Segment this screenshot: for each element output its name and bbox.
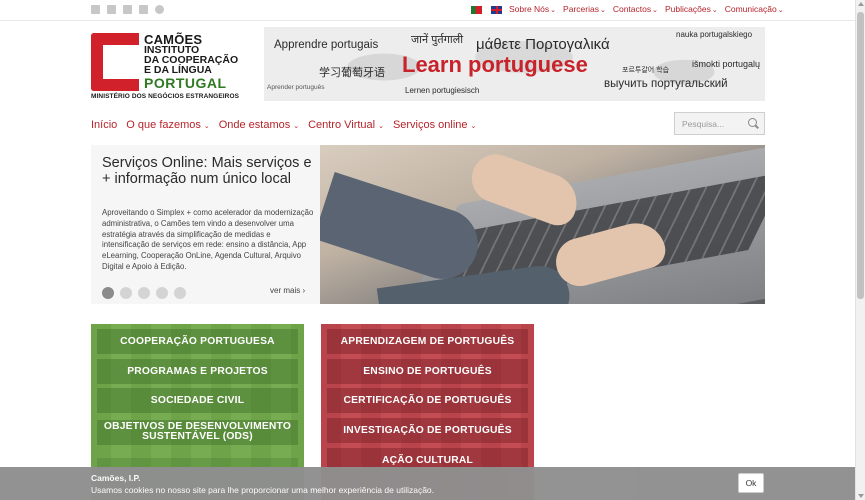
logo-line-portugal: PORTUGAL — [144, 75, 227, 91]
topnav-item-parcerias[interactable]: Parcerias⌄ — [563, 4, 606, 14]
nav-item-servicos-online[interactable]: Serviços online ⌄ — [393, 119, 476, 131]
portugal-flag-icon[interactable] — [471, 6, 482, 14]
banner-word: выучить португальский — [604, 78, 728, 90]
scrollbar-thumb[interactable] — [857, 12, 864, 299]
cookie-banner: Camões, I.P. Usamos cookies no nosso sit… — [0, 467, 855, 500]
page: Sobre Nós⌄ Parcerias⌄ Contactos⌄ Publica… — [0, 0, 865, 500]
carousel-dot[interactable] — [156, 287, 168, 299]
carousel-dot[interactable] — [102, 287, 114, 299]
search-box — [674, 112, 765, 135]
banner-word: nauka portugalskiego — [676, 30, 753, 39]
chevron-down-icon: ⌄ — [652, 7, 658, 14]
laptop-typing-photo[interactable] — [320, 145, 765, 304]
banner-word: Lernen portugiesisch — [405, 86, 480, 95]
panel-link[interactable]: APRENDIZAGEM DE PORTUGUÊS — [327, 329, 528, 354]
cookie-text: Usamos cookies no nosso site para lhe pr… — [91, 485, 435, 495]
top-nav: Sobre Nós⌄ Parcerias⌄ Contactos⌄ Publica… — [509, 4, 784, 14]
banner-word: μάθετε Πορτογαλικά — [476, 36, 610, 53]
carousel-dot[interactable] — [138, 287, 150, 299]
carousel-dot[interactable] — [120, 287, 132, 299]
learn-portuguese-banner[interactable]: Apprendre portugais जानें पुर्तगाली μάθε… — [264, 27, 765, 101]
nav-item-o-que-fazemos[interactable]: O que fazemos ⌄ — [126, 119, 209, 131]
logo-line-ministerio: MINISTÉRIO DOS NEGÓCIOS ESTRANGEIROS — [91, 93, 240, 100]
panel-link[interactable]: INVESTIGAÇÃO DE PORTUGUÊS — [327, 418, 528, 443]
logo-c-mark — [91, 33, 139, 91]
language-selector — [471, 6, 502, 14]
camoes-logo[interactable]: CAMÕES INSTITUTO DA COOPERAÇÃO E DA LÍNG… — [91, 32, 241, 104]
scroll-down-icon[interactable] — [858, 494, 864, 498]
logo-line-lingua: E DA LÍNGUA — [144, 64, 212, 76]
linkedin-icon[interactable] — [139, 5, 148, 14]
chevron-down-icon: ⌄ — [599, 7, 606, 14]
cookie-title: Camões, I.P. — [91, 473, 141, 483]
featured-carousel: Serviços Online: Mais serviços e + infor… — [91, 145, 765, 304]
cookie-ok-button[interactable]: Ok — [738, 473, 764, 493]
panel-link[interactable]: ENSINO DE PORTUGUÊS — [327, 359, 528, 384]
topnav-item-comunicacao[interactable]: Comunicação⌄ — [725, 4, 784, 14]
carousel-caption: Serviços Online: Mais serviços e + infor… — [91, 145, 320, 304]
topnav-item-publicacoes[interactable]: Publicações⌄ — [665, 4, 718, 14]
panel-link[interactable]: CERTIFICAÇÃO DE PORTUGUÊS — [327, 388, 528, 413]
facebook-icon[interactable] — [91, 5, 100, 14]
panel-link[interactable]: PROGRAMAS E PROJETOS — [97, 359, 298, 384]
banner-word: 포르투갈어 학습 — [622, 67, 670, 74]
chat-icon[interactable] — [155, 5, 164, 14]
chevron-down-icon: ⌄ — [550, 7, 557, 14]
panel-link[interactable]: OBJETIVOS DE DESENVOLVIMENTO SUSTENTÁVEL… — [97, 420, 298, 445]
banner-word: išmokti portugalų — [692, 59, 761, 69]
chevron-down-icon: ⌄ — [711, 7, 718, 14]
nav-item-inicio[interactable]: Início — [91, 119, 117, 131]
topnav-item-contactos[interactable]: Contactos⌄ — [613, 4, 658, 14]
nav-item-centro-virtual[interactable]: Centro Virtual ⌄ — [308, 119, 384, 131]
carousel-indicators — [102, 287, 186, 299]
panel-link[interactable]: SOCIEDADE CIVIL — [97, 388, 298, 413]
search-input[interactable] — [675, 113, 747, 134]
top-bar: Sobre Nós⌄ Parcerias⌄ Contactos⌄ Publica… — [0, 0, 855, 21]
search-icon[interactable] — [748, 118, 757, 127]
nav-item-onde-estamos[interactable]: Onde estamos ⌄ — [219, 119, 299, 131]
banner-word: 学习葡萄牙语 — [319, 67, 385, 79]
banner-word: Apprendre portugais — [274, 39, 379, 51]
read-more-link[interactable]: ver mais › — [270, 286, 305, 295]
chevron-down-icon: ⌄ — [201, 123, 210, 130]
banner-word: जानें पुर्तगाली — [411, 34, 464, 46]
carousel-dot[interactable] — [174, 287, 186, 299]
banner-word: Aprender português — [267, 84, 325, 91]
uk-flag-icon[interactable] — [491, 6, 502, 14]
topnav-item-sobre-nos[interactable]: Sobre Nós⌄ — [509, 4, 556, 14]
banner-word-learn-portuguese: Learn portuguese — [402, 52, 588, 77]
vertical-scrollbar[interactable] — [855, 0, 865, 500]
carousel-title[interactable]: Serviços Online: Mais serviços e + infor… — [102, 155, 312, 187]
main-nav: Início O que fazemos ⌄ Onde estamos ⌄ Ce… — [91, 119, 476, 131]
chevron-right-icon: › — [302, 286, 306, 295]
scroll-up-icon[interactable] — [858, 2, 864, 6]
sleeve-shape — [320, 171, 487, 289]
carousel-body: Aproveitando o Simplex + como acelerador… — [102, 208, 314, 271]
chevron-down-icon: ⌄ — [777, 7, 784, 14]
chevron-down-icon: ⌄ — [291, 123, 300, 130]
chevron-down-icon: ⌄ — [376, 123, 384, 130]
chevron-down-icon: ⌄ — [468, 123, 477, 130]
panel-link[interactable]: COOPERAÇÃO PORTUGUESA — [97, 329, 298, 354]
social-links — [91, 5, 164, 14]
twitter-icon[interactable] — [107, 5, 116, 14]
youtube-icon[interactable] — [123, 5, 132, 14]
